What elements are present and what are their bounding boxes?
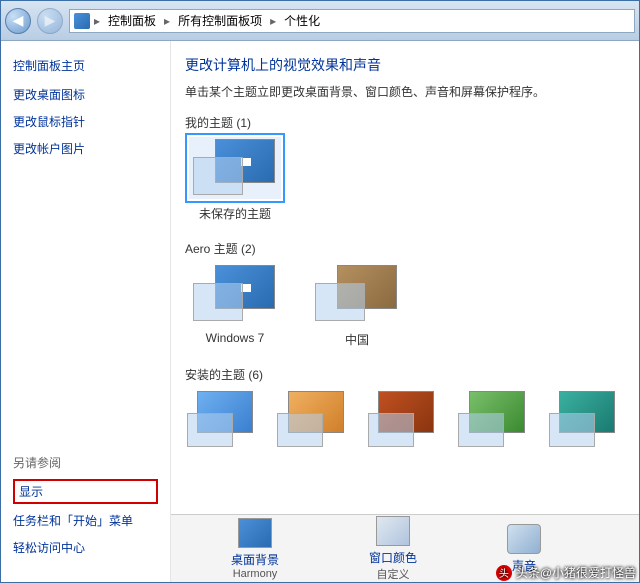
theme-item[interactable]: [275, 389, 347, 449]
page-description: 单击某个主题立即更改桌面背景、窗口颜色、声音和屏幕保护程序。: [185, 83, 619, 100]
theme-thumbnail: [311, 263, 403, 325]
see-also-heading: 另请参阅: [13, 454, 158, 471]
sidebar-link-mouse-pointer[interactable]: 更改鼠标指针: [13, 113, 158, 130]
window-frame: ◀ ▶ ▸ 控制面板 ▸ 所有控制面板项 ▸ 个性化 控制面板主页 更改桌面图标…: [0, 0, 640, 583]
theme-item[interactable]: [185, 389, 257, 449]
main-panel: 更改计算机上的视觉效果和声音 单击某个主题立即更改桌面背景、窗口颜色、声音和屏幕…: [171, 41, 639, 582]
theme-item[interactable]: [366, 389, 438, 449]
nav-forward-button[interactable]: ▶: [37, 8, 63, 34]
breadcrumb-item[interactable]: 个性化: [280, 12, 324, 29]
control-panel-icon: [74, 13, 90, 29]
theme-item-unsaved[interactable]: 未保存的主题: [185, 137, 285, 222]
sidebar-link-desktop-icons[interactable]: 更改桌面图标: [13, 86, 158, 103]
bottom-label: 窗口颜色: [369, 549, 417, 566]
sidebar-heading: 控制面板主页: [13, 57, 158, 74]
bottom-sub: Harmony: [233, 568, 278, 580]
theme-item-windows7[interactable]: Windows 7: [185, 263, 285, 348]
breadcrumb-item[interactable]: 控制面板: [104, 12, 160, 29]
theme-label: Windows 7: [206, 331, 265, 345]
breadcrumb[interactable]: ▸ 控制面板 ▸ 所有控制面板项 ▸ 个性化: [69, 9, 635, 33]
highlight-annotation: 显示: [13, 479, 158, 504]
section-installed-themes-label: 安装的主题 (6): [185, 366, 619, 383]
theme-label: 中国: [345, 331, 369, 348]
theme-item[interactable]: [547, 389, 619, 449]
bottom-sub: 自定义: [377, 566, 410, 582]
aero-themes-row: Windows 7 中国: [185, 263, 619, 348]
section-my-themes-label: 我的主题 (1): [185, 114, 619, 131]
theme-item-china[interactable]: 中国: [307, 263, 407, 348]
watermark-text: 头条@小猪很爱打怪兽: [516, 564, 636, 581]
section-aero-themes-label: Aero 主题 (2): [185, 240, 619, 257]
theme-item[interactable]: [456, 389, 528, 449]
sidebar-link-account-picture[interactable]: 更改帐户图片: [13, 140, 158, 157]
content-area: 控制面板主页 更改桌面图标 更改鼠标指针 更改帐户图片 另请参阅 显示 任务栏和…: [1, 41, 639, 582]
sidebar-link-ease-of-access[interactable]: 轻松访问中心: [13, 539, 158, 556]
theme-thumbnail: [189, 263, 281, 325]
desktop-background-button[interactable]: 桌面背景 Harmony: [231, 518, 279, 580]
my-themes-row: 未保存的主题: [185, 137, 619, 222]
installed-themes-row: [185, 389, 619, 449]
window-color-icon: [376, 516, 410, 546]
sounds-icon: [507, 524, 541, 554]
sidebar-link-display[interactable]: 显示: [19, 483, 152, 500]
theme-thumbnail: [189, 137, 281, 199]
desktop-background-icon: [238, 518, 272, 548]
watermark-logo-icon: 头: [496, 565, 512, 581]
watermark: 头 头条@小猪很爱打怪兽: [496, 564, 636, 581]
chevron-right-icon: ▸: [92, 14, 102, 28]
bottom-label: 桌面背景: [231, 551, 279, 568]
sidebar-link-taskbar[interactable]: 任务栏和「开始」菜单: [13, 512, 158, 529]
page-title: 更改计算机上的视觉效果和声音: [185, 55, 619, 75]
window-color-button[interactable]: 窗口颜色 自定义: [369, 516, 417, 582]
breadcrumb-item[interactable]: 所有控制面板项: [174, 12, 266, 29]
nav-back-button[interactable]: ◀: [5, 8, 31, 34]
chevron-right-icon: ▸: [162, 14, 172, 28]
theme-label: 未保存的主题: [199, 205, 271, 222]
sidebar: 控制面板主页 更改桌面图标 更改鼠标指针 更改帐户图片 另请参阅 显示 任务栏和…: [1, 41, 171, 582]
chevron-right-icon: ▸: [268, 14, 278, 28]
titlebar: ◀ ▶ ▸ 控制面板 ▸ 所有控制面板项 ▸ 个性化: [1, 1, 639, 41]
